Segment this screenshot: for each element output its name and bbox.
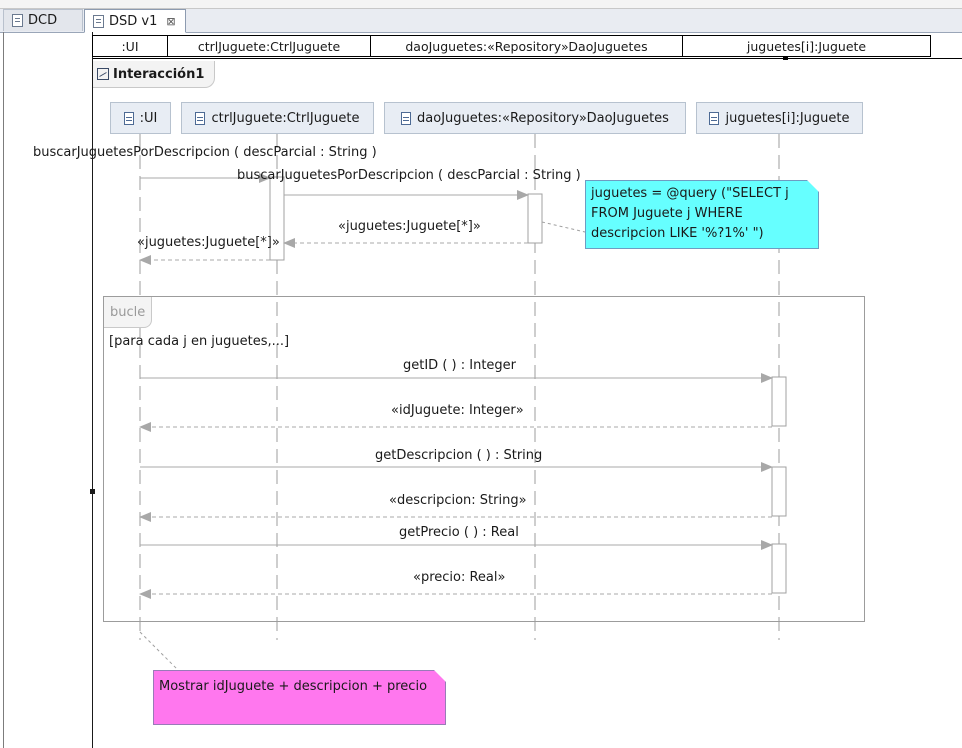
class-icon (401, 111, 412, 125)
class-icon (195, 111, 206, 125)
lifeline-label: :UI (139, 110, 158, 126)
query-note-line: FROM Juguete j WHERE (591, 206, 743, 221)
return-label-r3[interactable]: «idJuguete: Integer» (391, 403, 524, 418)
message-label-m2[interactable]: buscarJuguetesPorDescripcion ( descParci… (237, 168, 581, 183)
lifeline-dao[interactable]: daoJuguetes:«Repository»DaoJuguetes (384, 102, 686, 134)
lifeline-label: juguetes[i]:Juguete (725, 110, 850, 126)
message-label-m1[interactable]: buscarJuguetesPorDescripcion ( descParci… (33, 145, 377, 160)
display-note[interactable]: Mostrar idJuguete + descripcion + precio (153, 670, 446, 725)
display-note-text: Mostrar idJuguete + descripcion + precio (159, 679, 428, 694)
activation-dao (527, 193, 543, 244)
class-icon (123, 111, 134, 125)
note-fold (807, 180, 819, 192)
note-fold (434, 670, 446, 682)
loop-guard: [para cada j en juguetes,...] (109, 334, 290, 349)
return-label-r5[interactable]: «precio: Real» (413, 570, 505, 585)
return-label-r2[interactable]: «juguetes:Juguete[*]» (338, 219, 481, 234)
query-note-line: descripcion LIKE '%?1%' ") (591, 226, 764, 241)
return-label-r4[interactable]: «descripcion: String» (389, 493, 527, 508)
lifeline-label: daoJuguetes:«Repository»DaoJuguetes (417, 110, 669, 126)
message-label-m4[interactable]: getDescripcion ( ) : String (375, 448, 542, 463)
note-anchor-query (541, 221, 586, 233)
note-anchor-display (139, 631, 179, 671)
lifeline-juguete[interactable]: juguetes[i]:Juguete (696, 102, 863, 134)
lifeline-ui[interactable]: :UI (110, 102, 171, 134)
message-label-m5[interactable]: getPrecio ( ) : Real (399, 525, 519, 540)
query-note-line: juguetes = @query ("SELECT j (591, 186, 789, 201)
loop-operator: bucle (104, 297, 153, 328)
lifeline-ctrl[interactable]: ctrlJuguete:CtrlJuguete (181, 102, 374, 134)
return-label-r1[interactable]: «juguetes:Juguete[*]» (137, 235, 280, 250)
class-icon (709, 111, 720, 125)
lifeline-label: ctrlJuguete:CtrlJuguete (211, 110, 360, 126)
message-label-m3[interactable]: getID ( ) : Integer (403, 358, 516, 373)
query-note[interactable]: juguetes = @query ("SELECT j FROM Juguet… (585, 180, 819, 249)
